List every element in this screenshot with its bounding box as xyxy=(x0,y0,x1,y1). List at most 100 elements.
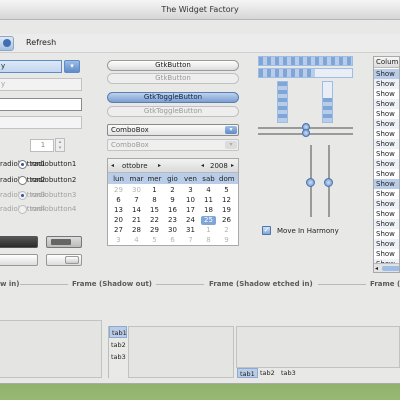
calendar-day[interactable]: 12 xyxy=(219,196,234,205)
list-item[interactable]: Show xyxy=(374,139,399,149)
prev-year-icon[interactable]: ◂ xyxy=(201,162,204,169)
spin-button[interactable]: 1 xyxy=(30,139,54,152)
list-hscrollbar[interactable]: ◂ xyxy=(374,263,399,272)
calendar-day[interactable]: 4 xyxy=(201,186,216,195)
calendar-day[interactable]: 7 xyxy=(129,196,144,205)
combobox[interactable]: ComboBox ▾ xyxy=(107,124,239,136)
move-in-harmony-checkbox[interactable]: ✓ xyxy=(262,226,271,235)
tab-left-1[interactable]: tab1 xyxy=(109,326,127,338)
tab-left-2[interactable]: tab2 xyxy=(109,339,127,351)
list-item[interactable]: Show xyxy=(374,249,399,259)
calendar-day[interactable]: 5 xyxy=(147,236,162,245)
radiobutton1[interactable] xyxy=(18,160,27,169)
list-item[interactable]: Show xyxy=(374,99,399,109)
calendar-day[interactable]: 24 xyxy=(183,216,198,225)
calendar-day[interactable]: 4 xyxy=(129,236,144,245)
calendar-day[interactable]: 19 xyxy=(219,206,234,215)
radiobutton4-label: radiobutton4 xyxy=(31,205,77,213)
calendar-day[interactable]: 6 xyxy=(111,196,126,205)
list-item[interactable]: Show xyxy=(374,149,399,159)
gtk-button[interactable]: GtkButton xyxy=(107,60,239,71)
calendar-day[interactable]: 9 xyxy=(165,196,180,205)
calendar-day[interactable]: 2 xyxy=(165,186,180,195)
spin-arrows[interactable]: ▴ ▾ xyxy=(55,138,65,152)
combobox-entry-arrow-button[interactable]: ▾ xyxy=(64,60,80,73)
scroll-thumb[interactable] xyxy=(382,266,399,271)
radiobutton2[interactable] xyxy=(18,176,27,185)
next-month-icon[interactable]: ▸ xyxy=(158,162,161,169)
list-item[interactable]: Show xyxy=(374,159,399,169)
calendar-day[interactable]: 21 xyxy=(129,216,144,225)
list-item[interactable]: Show xyxy=(374,219,399,229)
calendar-day[interactable]: 15 xyxy=(147,206,162,215)
calendar-day[interactable]: 16 xyxy=(165,206,180,215)
tab-bottom-2[interactable]: tab2 xyxy=(258,368,277,378)
calendar-day[interactable]: 14 xyxy=(129,206,144,215)
calendar-day[interactable]: 29 xyxy=(111,186,126,195)
calendar-day[interactable]: 1 xyxy=(201,226,216,235)
calendar-day[interactable]: 20 xyxy=(111,216,126,225)
list-item[interactable]: Show xyxy=(374,179,399,189)
prev-month-icon[interactable]: ◂ xyxy=(111,162,114,169)
list-item[interactable]: Show xyxy=(374,69,399,79)
calendar-day[interactable]: 5 xyxy=(219,186,234,195)
tab-left-3[interactable]: tab3 xyxy=(109,351,127,363)
list-item[interactable]: Show xyxy=(374,199,399,209)
calendar-day[interactable]: 26 xyxy=(219,216,234,225)
calendar-day[interactable]: 2 xyxy=(219,226,234,235)
list-item[interactable]: Show xyxy=(374,109,399,119)
calendar-day[interactable]: 8 xyxy=(147,196,162,205)
scroll-left-icon[interactable]: ◂ xyxy=(375,265,378,272)
calendar-day[interactable]: 29 xyxy=(147,226,162,235)
list-item[interactable]: Show xyxy=(374,229,399,239)
calendar-day[interactable]: 22 xyxy=(147,216,162,225)
list-item[interactable]: Show xyxy=(374,89,399,99)
list-item[interactable]: Show xyxy=(374,79,399,89)
horizontal-slider-knob-2[interactable] xyxy=(302,129,310,137)
window-titlebar[interactable]: The Widget Factory xyxy=(0,0,400,20)
toggle-button[interactable] xyxy=(46,236,82,248)
list-item[interactable]: Show xyxy=(374,189,399,199)
calendar-day[interactable]: 28 xyxy=(129,226,144,235)
calendar-day[interactable]: 13 xyxy=(111,206,126,215)
calendar-day[interactable]: 30 xyxy=(165,226,180,235)
calendar-day[interactable]: 18 xyxy=(201,206,216,215)
calendar-day[interactable]: 10 xyxy=(183,196,198,205)
list-item[interactable]: Show xyxy=(374,239,399,249)
calendar-day[interactable]: 6 xyxy=(165,236,180,245)
weekday-label: ven xyxy=(184,175,197,183)
calendar-day[interactable]: 3 xyxy=(183,186,198,195)
calendar-day[interactable]: 23 xyxy=(165,216,180,225)
tab-bottom-3[interactable]: tab3 xyxy=(279,368,298,378)
next-year-icon[interactable]: ▸ xyxy=(231,162,234,169)
toolbar-button[interactable] xyxy=(0,36,14,51)
switch-button-2[interactable] xyxy=(46,254,82,266)
calendar-day[interactable]: 1 xyxy=(147,186,162,195)
tab-bottom-1[interactable]: tab1 xyxy=(237,368,258,378)
list-item[interactable]: Show xyxy=(374,129,399,139)
vertical-slider-knob-2[interactable] xyxy=(324,178,333,187)
calendar-day[interactable]: 25 xyxy=(201,216,216,225)
calendar-day[interactable]: 8 xyxy=(201,236,216,245)
calendar-day[interactable]: 7 xyxy=(183,236,198,245)
combobox-entry[interactable]: y xyxy=(0,60,62,73)
gtk-toggle-button[interactable]: GtkToggleButton xyxy=(107,92,239,103)
frame-divider xyxy=(156,284,204,285)
calendar-day[interactable]: 17 xyxy=(183,206,198,215)
list-item[interactable]: Show xyxy=(374,209,399,219)
switch-button[interactable] xyxy=(0,254,38,266)
vertical-slider-knob[interactable] xyxy=(306,178,315,187)
refresh-button[interactable]: Refresh xyxy=(26,38,56,47)
list-column-header[interactable]: Column xyxy=(374,57,399,68)
calendar-day[interactable]: 31 xyxy=(183,226,198,235)
frame-label-shadow-etched-out: Frame ( xyxy=(370,280,400,288)
calendar-day[interactable]: 30 xyxy=(129,186,144,195)
text-entry[interactable] xyxy=(0,98,82,111)
calendar-day[interactable]: 11 xyxy=(201,196,216,205)
calendar-day[interactable]: 3 xyxy=(111,236,126,245)
list-item[interactable]: Show xyxy=(374,119,399,129)
dark-toggle-button[interactable] xyxy=(0,236,38,248)
list-item[interactable]: Show xyxy=(374,169,399,179)
calendar-day[interactable]: 27 xyxy=(111,226,126,235)
calendar-day[interactable]: 9 xyxy=(219,236,234,245)
